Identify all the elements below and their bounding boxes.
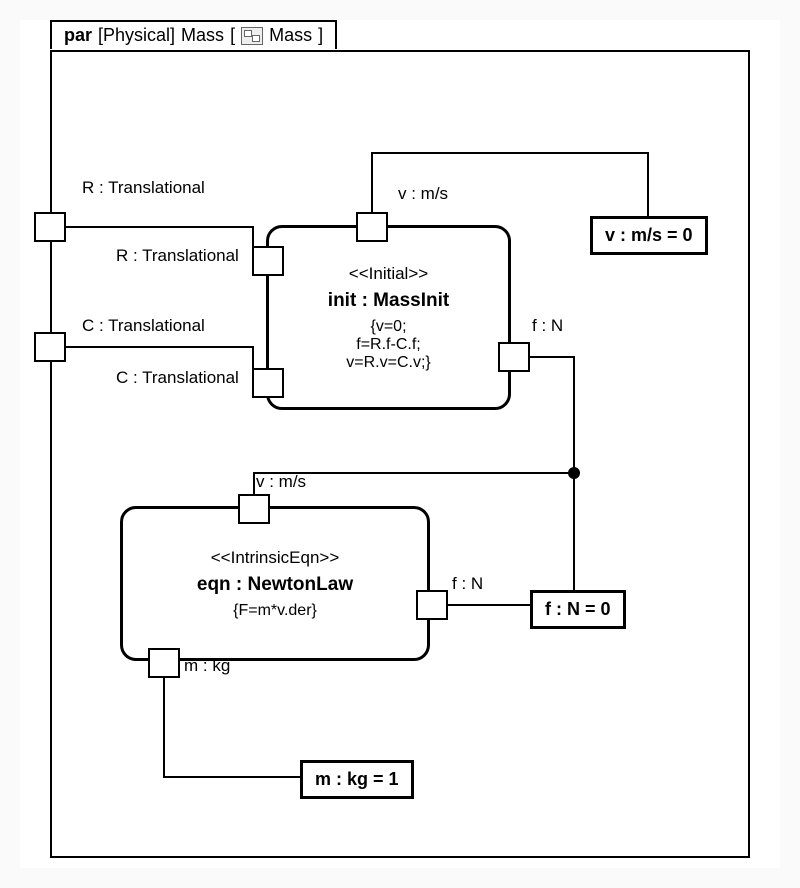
init-constraint: {v=0; f=R.f-C.f; v=R.v=C.v;} (275, 318, 502, 372)
bracket-close: ] (318, 25, 323, 46)
port-init-v[interactable] (356, 212, 388, 242)
conn-m-right (163, 776, 303, 778)
block-init[interactable]: <<Initial>> init : MassInit {v=0; f=R.f-… (266, 225, 511, 410)
label-eqn-m: m : kg (184, 656, 230, 676)
diagram-canvas: par [Physical] Mass [ Mass ] <<Initial>>… (20, 20, 780, 868)
bracket-open: [ (230, 25, 235, 46)
parametric-icon (241, 27, 263, 45)
frame-context: [Physical] (98, 25, 175, 46)
eqn-constraint: {F=m*v.der} (129, 602, 421, 620)
init-title: init : MassInit (275, 290, 502, 312)
port-init-R[interactable] (252, 246, 284, 276)
eqn-title: eqn : NewtonLaw (129, 574, 421, 596)
init-stereotype: <<Initial>> (275, 264, 502, 284)
frame-inner-name: Mass (269, 25, 312, 46)
label-R-ext: R : Translational (82, 178, 205, 198)
frame-kind: par (64, 25, 92, 46)
value-m1[interactable]: m : kg = 1 (300, 760, 414, 799)
port-R-external[interactable] (34, 212, 66, 242)
label-init-v: v : m/s (398, 184, 448, 204)
conn-f-right1 (528, 356, 575, 358)
label-C-int: C : Translational (116, 368, 239, 388)
port-eqn-f[interactable] (416, 590, 448, 620)
port-C-external[interactable] (34, 332, 66, 362)
conn-C-drop (252, 346, 254, 370)
value-f0[interactable]: f : N = 0 (530, 590, 626, 629)
conn-eqnv-up (253, 472, 255, 496)
frame-subject: Mass (181, 25, 224, 46)
label-R-int: R : Translational (116, 246, 239, 266)
conn-R-drop (252, 226, 254, 248)
port-init-f[interactable] (498, 342, 530, 372)
frame-tab: par [Physical] Mass [ Mass ] (50, 20, 337, 49)
conn-C (66, 346, 252, 348)
conn-R (66, 226, 252, 228)
label-eqn-v: v : m/s (256, 472, 306, 492)
value-v0[interactable]: v : m/s = 0 (590, 216, 708, 255)
junction-dot (568, 467, 580, 479)
conn-v-across (371, 152, 649, 154)
block-eqn[interactable]: <<IntrinsicEqn>> eqn : NewtonLaw {F=m*v.… (120, 506, 430, 661)
label-C-ext: C : Translational (82, 316, 205, 336)
label-eqn-f: f : N (452, 574, 483, 594)
label-init-f: f : N (532, 316, 563, 336)
conn-eqnf (446, 604, 532, 606)
conn-m-down (163, 676, 165, 776)
conn-v-up (371, 152, 373, 214)
eqn-stereotype: <<IntrinsicEqn>> (129, 548, 421, 568)
port-eqn-m[interactable] (148, 648, 180, 678)
port-eqn-v[interactable] (238, 494, 270, 524)
frame-body (50, 50, 750, 858)
conn-v-down (647, 152, 649, 218)
port-init-C[interactable] (252, 368, 284, 398)
